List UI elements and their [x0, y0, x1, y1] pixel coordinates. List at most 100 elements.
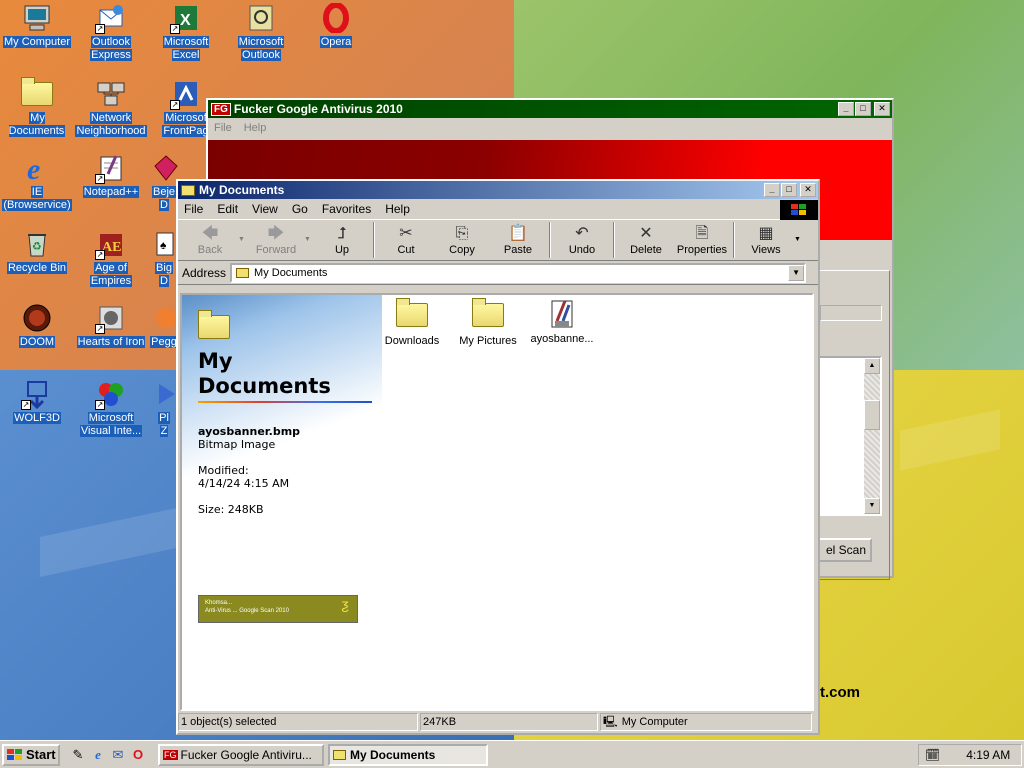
shortcut-arrow-icon: ↗	[95, 324, 105, 334]
properties-icon: 🗎	[695, 225, 709, 242]
desktop-icon-peggle[interactable]: Pegg	[149, 302, 179, 349]
paste-button[interactable]: 📋 Paste	[490, 222, 546, 256]
svg-text:e: e	[27, 153, 40, 183]
desktop-icon-hearts-of-iron[interactable]: ↗ Hearts of Iron	[74, 302, 148, 349]
start-button[interactable]: Start	[2, 743, 60, 766]
back-dropdown-icon[interactable]: ▼	[238, 222, 248, 243]
antivirus-title: Fucker Google Antivirus 2010	[233, 102, 403, 116]
folder-icon	[198, 310, 230, 339]
internet-explorer-icon[interactable]: e	[90, 747, 106, 763]
desktop-icon-doom[interactable]: DOOM	[0, 302, 74, 349]
desktop-icon-bejeweled[interactable]: Beje D	[149, 152, 179, 212]
desktop-icon-my-computer[interactable]: My Computer	[0, 2, 74, 49]
views-button[interactable]: ▦ Views	[738, 222, 794, 256]
desktop-icon-outlook-express[interactable]: ↗ Outlook Express	[74, 2, 148, 62]
desktop-icon-age-of-empires[interactable]: AE ↗ Age of Empires	[74, 228, 148, 288]
desktop-icon-wolf3d[interactable]: ↗ WOLF3D	[0, 378, 74, 425]
windows-logo-icon	[780, 200, 818, 220]
antivirus-titlebar[interactable]: FG Fucker Google Antivirus 2010 _ □ ✕	[208, 100, 892, 118]
my-documents-window[interactable]: My Documents _ □ ✕ File Edit View Go Fav…	[176, 179, 820, 735]
minimize-button[interactable]: _	[838, 102, 854, 116]
bitmap-image-icon	[545, 297, 579, 329]
antivirus-log-list[interactable]: ▲ ▼	[816, 356, 882, 516]
frontpage-icon: ↗	[169, 78, 203, 110]
desktop-icon-network-neighborhood[interactable]: Network Neighborhood	[74, 78, 148, 138]
desktop-icon-opera[interactable]: Opera	[299, 2, 373, 49]
desktop-icon-notepadpp[interactable]: ↗ Notepad++	[74, 152, 148, 199]
copy-button[interactable]: ⎘ Copy	[434, 222, 490, 256]
maximize-button[interactable]: □	[781, 183, 797, 197]
antivirus-menubar: File Help	[208, 118, 892, 138]
menu-help[interactable]: Help	[244, 122, 267, 134]
status-selection: 1 object(s) selected	[178, 713, 418, 731]
taskbar-item-antivirus[interactable]: FG Fucker Google Antiviru...	[158, 743, 324, 766]
my-documents-titlebar[interactable]: My Documents _ □ ✕	[178, 181, 818, 199]
webview-sidebar: My Documents ayosbanner.bmp Bitmap Image…	[182, 295, 382, 709]
shortcut-arrow-icon: ↗	[95, 174, 105, 184]
thumbnail-glyph-icon: ƺ	[341, 596, 349, 612]
undo-button[interactable]: ↶ Undo	[554, 222, 610, 256]
computer-icon: 🖳	[603, 716, 618, 728]
up-folder-icon: ⮥	[337, 225, 347, 242]
properties-button[interactable]: 🗎 Properties	[674, 222, 730, 256]
file-item-ayosbanner[interactable]: ayosbanne...	[522, 297, 602, 345]
scheduler-icon[interactable]: 🗓	[925, 748, 940, 762]
close-button[interactable]: ✕	[800, 183, 816, 197]
shortcut-arrow-icon: ↗	[95, 250, 105, 260]
back-button[interactable]: 🡄 Back	[182, 222, 238, 256]
menu-edit[interactable]: Edit	[217, 202, 238, 216]
status-zone: 🖳 My Computer	[600, 713, 812, 731]
opera-icon[interactable]: O	[130, 747, 146, 763]
forward-dropdown-icon[interactable]: ▼	[304, 222, 314, 243]
desktop-icon-my-documents[interactable]: My Documents	[0, 77, 74, 138]
shortcut-arrow-icon: ↗	[95, 24, 105, 34]
desktop-icon-big[interactable]: ♠ Big D	[149, 228, 179, 288]
shortcut-arrow-icon: ↗	[170, 24, 180, 34]
show-desktop-icon[interactable]: ✎	[70, 747, 86, 763]
file-label: ayosbanne...	[530, 333, 594, 345]
file-item-my-pictures[interactable]: My Pictures	[448, 298, 528, 347]
menu-go[interactable]: Go	[292, 202, 308, 216]
antivirus-field	[820, 305, 882, 321]
clock[interactable]: 4:19 AM	[966, 748, 1010, 762]
scissors-icon: ✂	[399, 225, 413, 242]
folder-icon	[181, 184, 195, 196]
scroll-down-button[interactable]: ▼	[864, 498, 880, 514]
cut-button[interactable]: ✂ Cut	[378, 222, 434, 256]
address-input[interactable]: My Documents ▼	[230, 262, 807, 283]
menu-file[interactable]: File	[184, 202, 203, 216]
modified-value: 4/14/24 4:15 AM	[198, 477, 290, 490]
up-button[interactable]: ⮥ Up	[314, 222, 370, 256]
file-type: Bitmap Image	[198, 438, 276, 451]
file-item-downloads[interactable]: Downloads	[372, 298, 452, 347]
desktop-icon-excel[interactable]: X ↗ Microsoft Excel	[149, 2, 223, 62]
address-bar: Address My Documents ▼	[178, 261, 818, 285]
desktop-icon-recycle-bin[interactable]: ♻ Recycle Bin	[0, 228, 74, 275]
menu-favorites[interactable]: Favorites	[322, 202, 371, 216]
toolbar: 🡄 Back ▼ 🡆 Forward ▼ ⮥ Up ✂ Cut ⎘ Copy 📋 Paste…	[178, 219, 818, 261]
delete-button[interactable]: ✕ Delete	[618, 222, 674, 256]
desktop-icon-visual-interdev[interactable]: ↗ Microsoft Visual Inte...	[74, 378, 148, 438]
desktop-icon-outlook[interactable]: Microsoft Outlook	[224, 2, 298, 62]
folder-view[interactable]: My Documents ayosbanner.bmp Bitmap Image…	[180, 293, 814, 711]
maximize-button[interactable]: □	[855, 102, 871, 116]
delete-x-icon: ✕	[639, 225, 653, 242]
scroll-up-button[interactable]: ▲	[864, 358, 880, 374]
minimize-button[interactable]: _	[764, 183, 780, 197]
cancel-scan-button[interactable]: el Scan	[812, 538, 872, 562]
desktop-icon-pl[interactable]: Pl Z	[149, 378, 179, 438]
address-dropdown-button[interactable]: ▼	[788, 264, 805, 281]
menu-view[interactable]: View	[252, 202, 278, 216]
close-button[interactable]: ✕	[874, 102, 890, 116]
menu-help[interactable]: Help	[385, 202, 410, 216]
forward-button[interactable]: 🡆 Forward	[248, 222, 304, 256]
desktop-icon-ie[interactable]: e IE (Browservice)	[0, 152, 74, 212]
views-dropdown-icon[interactable]: ▼	[794, 222, 804, 243]
address-value: My Documents	[254, 266, 328, 279]
log-scrollbar[interactable]: ▲ ▼	[864, 358, 880, 514]
taskbar-item-my-documents[interactable]: My Documents	[328, 743, 488, 766]
outlook-express-icon[interactable]: ✉	[110, 747, 126, 763]
window-title: My Documents	[199, 183, 285, 197]
scroll-thumb[interactable]	[864, 400, 880, 430]
menu-file[interactable]: File	[214, 122, 232, 134]
